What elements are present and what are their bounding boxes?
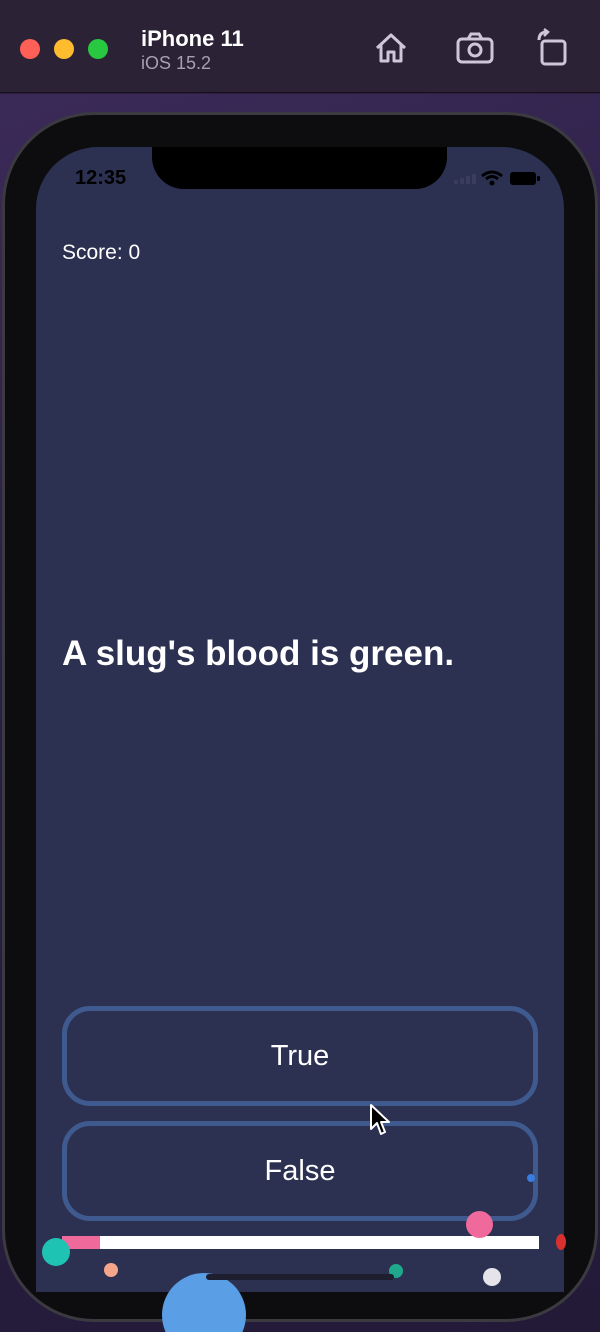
device-name: iPhone 11 bbox=[141, 26, 244, 51]
true-button[interactable]: True bbox=[62, 1006, 538, 1106]
status-icons bbox=[454, 170, 540, 186]
home-indicator bbox=[206, 1274, 394, 1280]
confetti-dot bbox=[527, 1174, 535, 1182]
screenshot-icon[interactable] bbox=[455, 28, 495, 68]
os-version: iOS 15.2 bbox=[141, 53, 212, 73]
confetti-dot bbox=[42, 1238, 70, 1266]
false-button[interactable]: False bbox=[62, 1121, 538, 1221]
question-text: A slug's blood is green. bbox=[62, 634, 455, 673]
zoom-window-button[interactable] bbox=[88, 39, 108, 59]
confetti-dot bbox=[483, 1268, 501, 1286]
score-label: Score: 0 bbox=[62, 241, 141, 264]
battery-icon bbox=[510, 172, 540, 185]
rotate-icon[interactable] bbox=[533, 28, 573, 68]
status-time: 12:35 bbox=[75, 167, 127, 189]
confetti-dot bbox=[466, 1211, 493, 1238]
wifi-icon bbox=[481, 170, 503, 186]
close-window-button[interactable] bbox=[20, 39, 40, 59]
mouse-cursor-icon bbox=[370, 1104, 390, 1135]
minimize-window-button[interactable] bbox=[54, 39, 74, 59]
home-icon[interactable] bbox=[371, 28, 411, 68]
progress-bar bbox=[62, 1236, 539, 1249]
signal-icon bbox=[454, 174, 476, 184]
confetti-dot bbox=[104, 1263, 118, 1277]
simulator-toolbar: iPhone 11 iOS 15.2 bbox=[0, 0, 600, 93]
phone-notch bbox=[152, 147, 447, 189]
confetti-dot bbox=[556, 1234, 566, 1250]
